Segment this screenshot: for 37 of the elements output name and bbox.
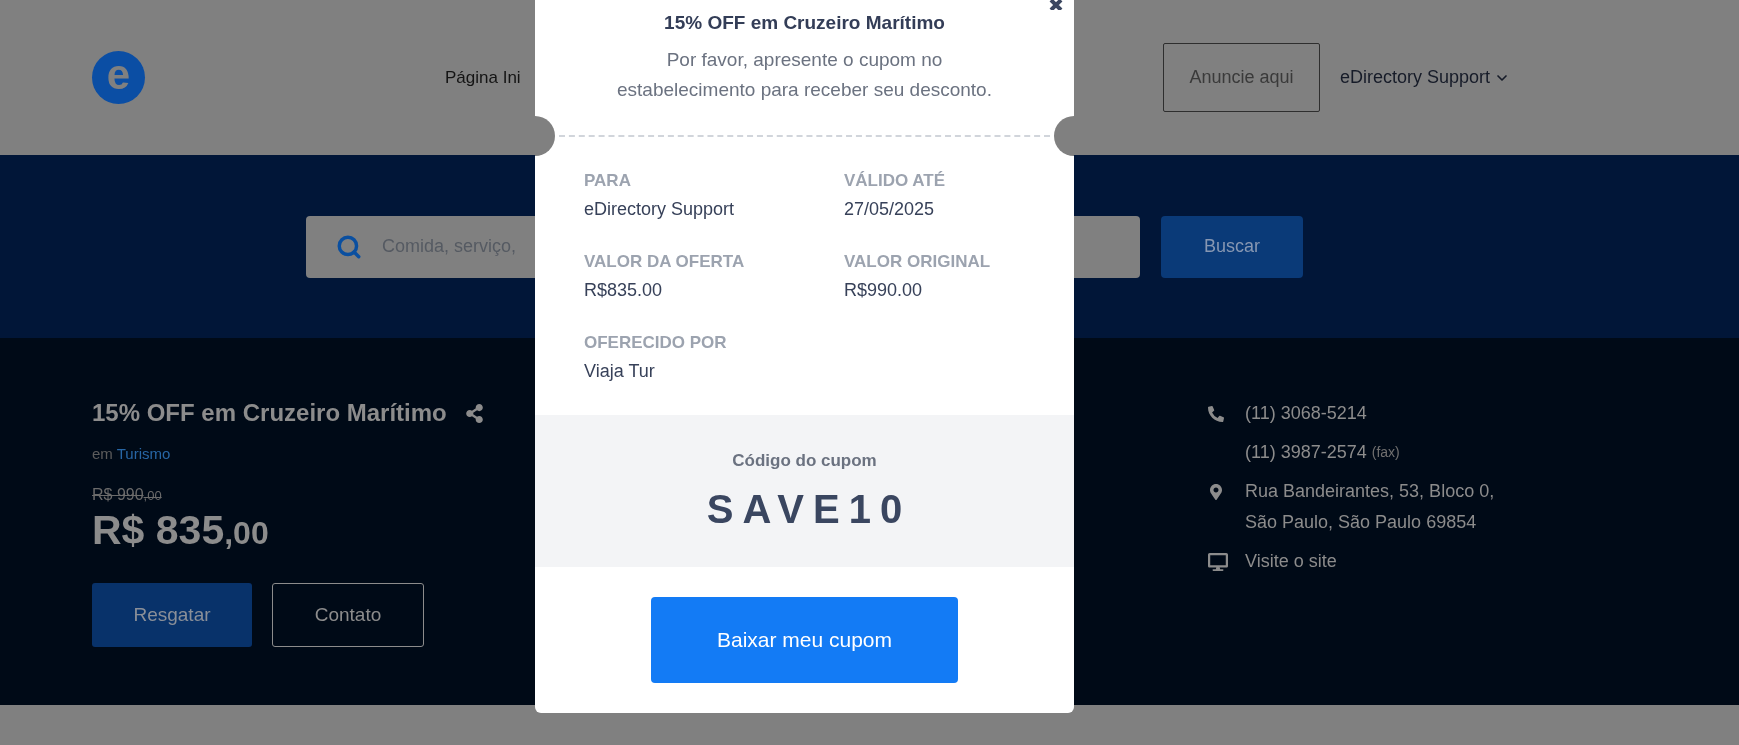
address-text: Rua Bandeirantes, 53, Bloco 0, São Paulo, São Paulo 69854: [1245, 480, 1495, 534]
field-value: Viaja Tur: [584, 360, 655, 383]
coupon-instructions: Por favor, apresente o cupom no estabelecimento para receber seu desconto.: [616, 48, 993, 102]
deal-price: R$ 835,00: [92, 507, 269, 555]
download-coupon-button[interactable]: Baixar meu cupom: [651, 597, 958, 683]
advertise-button[interactable]: Anuncie aqui: [1162, 43, 1320, 112]
website-link[interactable]: Visite o site: [1245, 546, 1337, 577]
field-label: VÁLIDO ATÉ: [844, 170, 946, 192]
field-label: PARA: [584, 170, 631, 192]
close-icon[interactable]: [1047, 0, 1065, 10]
search-icon: [336, 233, 362, 260]
field-value: 27/05/2025: [844, 198, 935, 221]
nav-link[interactable]: Página Ini: [445, 67, 521, 88]
contact-button[interactable]: Contato: [272, 583, 424, 647]
fax-number: (11) 3987-2574: [1245, 441, 1367, 464]
field-value: R$835.00: [584, 279, 663, 302]
field-label: VALOR DA OFERTA: [584, 251, 745, 273]
modal-title: 15% OFF em Cruzeiro Marítimo: [664, 11, 945, 35]
field-label: VALOR ORIGINAL: [844, 251, 991, 273]
category-line: em Turismo: [92, 445, 171, 463]
field-value: R$990.00: [844, 279, 923, 302]
redeem-button[interactable]: Resgatar: [92, 583, 252, 647]
category-link[interactable]: Turismo: [116, 445, 171, 462]
deal-title: 15% OFF em Cruzeiro Marítimo: [92, 398, 447, 428]
original-price: R$ 990,00: [92, 485, 162, 505]
coupon-code: SAVE10: [705, 486, 912, 533]
field-value: eDirectory Support: [584, 198, 735, 221]
phone-icon: [1208, 405, 1224, 422]
field-label: OFERECIDO POR: [584, 332, 727, 354]
account-menu[interactable]: eDirectory Support: [1339, 67, 1510, 88]
fax-label: (fax): [1371, 443, 1400, 462]
search-button[interactable]: Buscar: [1161, 215, 1303, 278]
share-icon[interactable]: [464, 403, 484, 423]
monitor-icon: [1208, 551, 1228, 572]
phone-number: (11) 3068-5214: [1245, 402, 1367, 425]
coupon-code-label: Código do cupom: [732, 450, 877, 472]
map-pin-icon: [1208, 483, 1224, 500]
